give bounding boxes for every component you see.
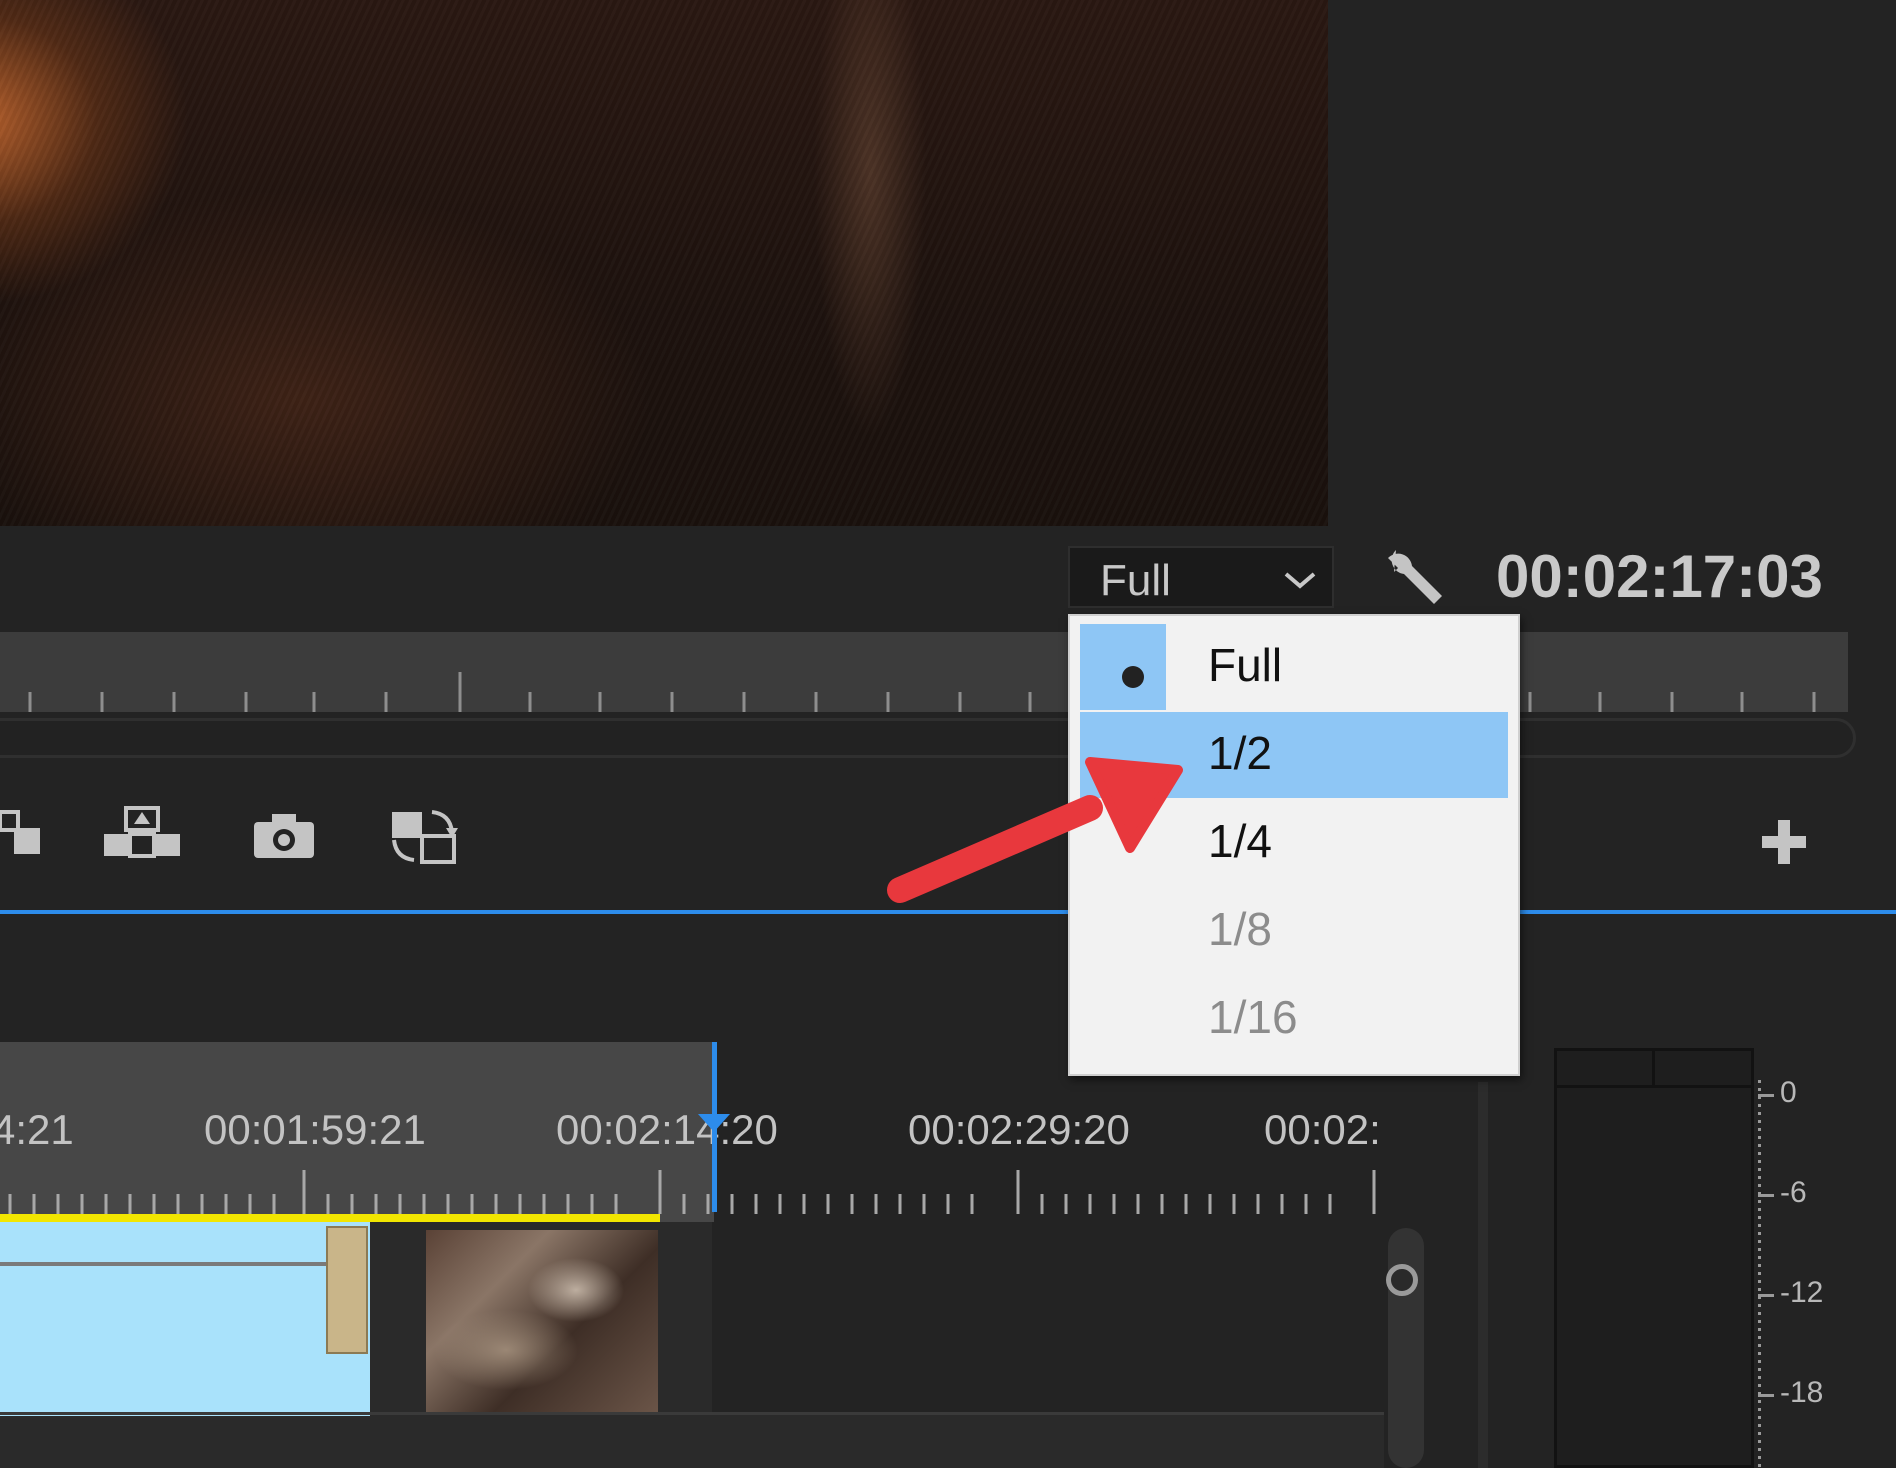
overwrite-icon[interactable] bbox=[0, 806, 44, 862]
menu-item-sixteenth: 1/16 bbox=[1070, 976, 1518, 1062]
playhead-marker-icon[interactable] bbox=[698, 1114, 730, 1132]
menu-item-label: Full bbox=[1208, 639, 1283, 691]
playback-resolution-value: Full bbox=[1100, 556, 1171, 605]
wrench-icon[interactable] bbox=[1382, 544, 1446, 608]
panel-focus-border bbox=[0, 910, 1896, 914]
menu-item-label: 1/16 bbox=[1208, 991, 1298, 1043]
camera-icon[interactable] bbox=[252, 812, 316, 860]
annotation-arrow-icon bbox=[887, 757, 1183, 903]
monitor-background bbox=[1328, 0, 1896, 526]
timeline-clip-adjustment[interactable] bbox=[0, 1222, 370, 1416]
playhead-timecode[interactable]: 00:02:17:03 bbox=[1496, 542, 1823, 611]
db-label: -18 bbox=[1780, 1376, 1824, 1409]
export-frame-layout-icon[interactable] bbox=[100, 804, 184, 862]
audio-meter bbox=[1554, 1048, 1754, 1468]
timeline-timecode-label: 00:02:14:20 bbox=[556, 1106, 778, 1153]
db-label: -6 bbox=[1780, 1176, 1807, 1209]
timeline-timecode-label: 4:21 bbox=[0, 1106, 74, 1153]
db-tick bbox=[1758, 1294, 1774, 1297]
timeline-timecode-label: 00:02: bbox=[1264, 1106, 1381, 1153]
timeline-clip-thumbnail[interactable] bbox=[426, 1230, 658, 1414]
ruler-ticks bbox=[28, 672, 1816, 712]
panel-divider[interactable] bbox=[1478, 1082, 1488, 1468]
audio-meter-channel-divider bbox=[1652, 1048, 1655, 1088]
db-label: -12 bbox=[1780, 1276, 1824, 1309]
audio-meter-scale bbox=[1758, 1080, 1761, 1468]
db-label: 0 bbox=[1780, 1076, 1797, 1109]
work-area-bar[interactable] bbox=[0, 1214, 660, 1222]
db-tick bbox=[1758, 1094, 1774, 1097]
menu-item-label: 1/8 bbox=[1208, 903, 1272, 955]
plus-icon[interactable] bbox=[1760, 818, 1808, 866]
menu-item-label: 1/2 bbox=[1208, 727, 1272, 779]
menu-item-label: 1/4 bbox=[1208, 815, 1272, 867]
timeline-timecode-label: 00:02:29:20 bbox=[908, 1106, 1130, 1153]
db-tick bbox=[1758, 1394, 1774, 1397]
monitor-time-ruler[interactable] bbox=[0, 632, 1848, 712]
timeline-ruler-ticks bbox=[8, 1170, 1376, 1214]
track-divider bbox=[0, 1412, 1384, 1415]
clip-opacity-line bbox=[0, 1262, 330, 1266]
timeline-timecode-label: 00:01:59:21 bbox=[204, 1106, 426, 1153]
chevron-down-icon bbox=[1284, 572, 1316, 589]
zoom-handle[interactable] bbox=[1386, 1264, 1418, 1296]
swap-icon[interactable] bbox=[388, 806, 460, 866]
menu-item-full[interactable]: Full bbox=[1070, 624, 1518, 710]
program-monitor-video bbox=[0, 0, 1328, 526]
db-tick bbox=[1758, 1194, 1774, 1197]
empty-track-region[interactable] bbox=[712, 1222, 1384, 1412]
playback-resolution-dropdown[interactable]: Full bbox=[1068, 546, 1334, 608]
timeline-clip-small[interactable] bbox=[326, 1226, 368, 1354]
